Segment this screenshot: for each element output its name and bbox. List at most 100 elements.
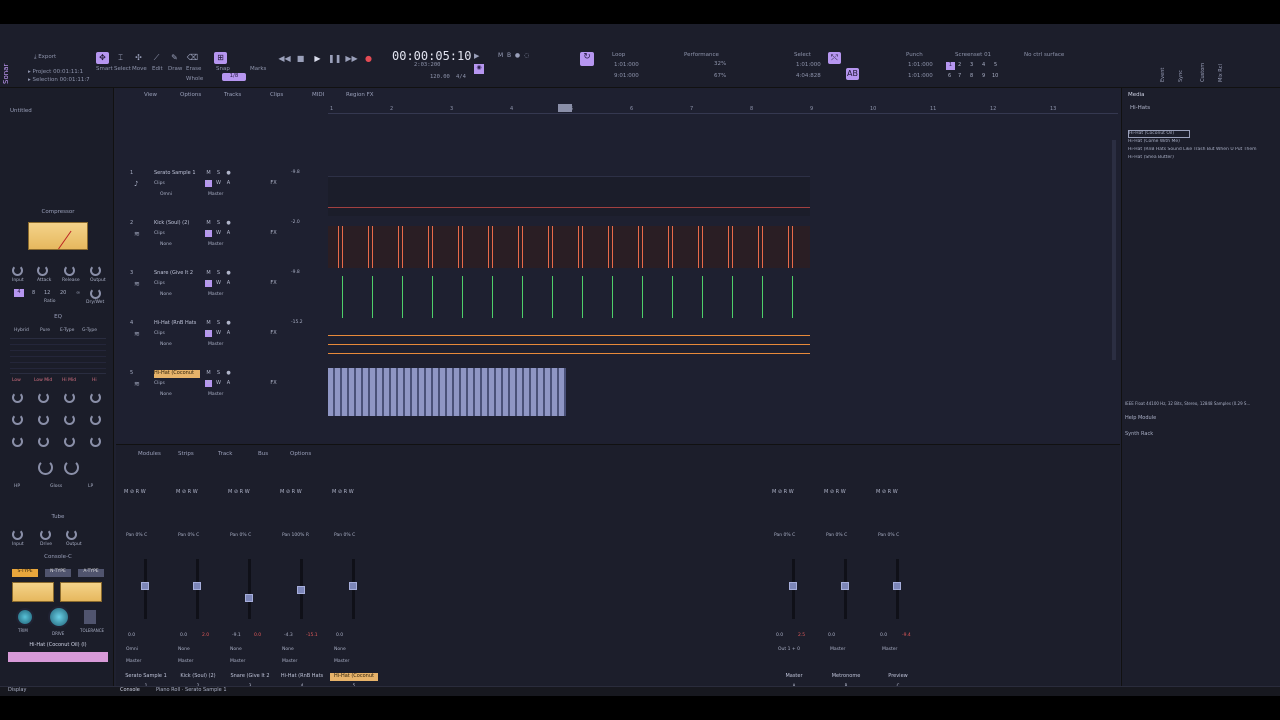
track-3[interactable]: 3 Snare (Give It 2 M S ● R W A FX -9.8 C… — [126, 270, 314, 320]
bus-strip-2-name[interactable]: Metronome — [822, 673, 870, 681]
track-1-clips[interactable]: Clips — [154, 181, 165, 186]
track-3-read[interactable]: R — [205, 280, 212, 287]
track-strip-2-name[interactable]: Kick (Soul) (2) — [174, 673, 222, 681]
ratio-inf[interactable]: ∞ — [76, 290, 80, 296]
snap-value[interactable]: 1/8 — [222, 73, 246, 81]
track-4-fx[interactable]: FX — [270, 330, 277, 337]
bus-strip-3-fader[interactable] — [893, 582, 901, 590]
browser-file-3[interactable]: Hi-Hat (RnB Hats Sound Like Trash But Wh… — [1128, 147, 1278, 155]
eq-freq-knob[interactable] — [64, 460, 79, 475]
pause-icon[interactable]: ❚❚ — [328, 53, 341, 65]
eq-band-lowmid[interactable]: Low Mid — [34, 378, 52, 383]
timeline-ruler[interactable]: 1 2 3 4 5 6 7 8 9 10 11 12 13 — [328, 104, 1118, 114]
track-strip-1-name[interactable]: Serato Sample 1 — [122, 673, 170, 681]
track-3-arm[interactable]: ● — [225, 270, 232, 277]
bus-strip-1-buttons[interactable]: M ⊘ R W — [772, 489, 794, 495]
track-strip-3-buttons[interactable]: M ⊘ R W — [228, 489, 250, 495]
track-2-write[interactable]: W — [215, 230, 222, 237]
select-tool-icon[interactable]: ⌶ — [114, 52, 127, 64]
edit-tool-icon[interactable]: ⟋ — [150, 52, 163, 64]
track-5-fx[interactable]: FX — [270, 380, 277, 387]
comp-output-knob[interactable] — [90, 265, 101, 276]
tube-input-knob[interactable] — [12, 529, 23, 540]
eq-hp-label[interactable]: HP — [14, 484, 20, 489]
track-5-auto[interactable]: A — [225, 380, 232, 387]
bus-strip-1-fader[interactable] — [789, 582, 797, 590]
clip-kick[interactable] — [328, 226, 810, 268]
eq-knob-9[interactable] — [12, 436, 23, 447]
track-4-clips[interactable]: Clips — [154, 331, 165, 336]
console-stype-button[interactable]: S-TYPE — [12, 569, 38, 577]
screenset-9[interactable]: 9 — [982, 73, 985, 79]
clip-serato-sample[interactable] — [328, 176, 810, 216]
bpm[interactable]: 120.00 — [430, 74, 450, 80]
track-4[interactable]: 4 Hi-Hat (RnB Hats M S ● R W A FX -15.2 … — [126, 320, 314, 370]
track-3-fx[interactable]: FX — [270, 280, 277, 287]
meter[interactable]: 4/4 — [456, 74, 466, 80]
track-strip-4-pan[interactable]: Pan 100% R — [282, 533, 309, 538]
track-strip-5-output[interactable]: Master — [334, 659, 349, 664]
track-strip-1-output[interactable]: Master — [126, 659, 141, 664]
eq-mode-hybrid[interactable]: Hybrid — [14, 328, 29, 333]
track-3-auto[interactable]: A — [225, 280, 232, 287]
track-1-output[interactable]: Master — [208, 192, 223, 197]
snap-icon[interactable]: ⊞ — [214, 52, 227, 64]
time-display[interactable]: 00:00:05:10 — [392, 49, 471, 63]
track-2-clips[interactable]: Clips — [154, 231, 165, 236]
track-5-solo[interactable]: S — [215, 370, 222, 377]
screenset-5[interactable]: 5 — [994, 62, 997, 68]
bus-strip-3-name[interactable]: Preview — [874, 673, 922, 681]
eq-knob-5[interactable] — [12, 414, 23, 425]
track-3-name[interactable]: Snare (Give It 2 — [154, 270, 200, 278]
eq-knob-10[interactable] — [38, 436, 49, 447]
ctrl-surface-label[interactable]: No ctrl surface — [1024, 52, 1064, 58]
eq-knob-1[interactable] — [12, 392, 23, 403]
ratio-20[interactable]: 20 — [60, 290, 66, 296]
track-strip-5-fader[interactable] — [349, 582, 357, 590]
forward-icon[interactable]: ▶▶ — [345, 53, 358, 65]
eq-graph[interactable] — [10, 338, 106, 374]
play-mode-icon[interactable]: ▶ — [474, 52, 484, 62]
bus-strip-2-pan[interactable]: Pan 0% C — [826, 533, 847, 538]
ratio-4[interactable]: 4 — [14, 289, 24, 297]
track-4-arm[interactable]: ● — [225, 320, 232, 327]
track-5-clips[interactable]: Clips — [154, 381, 165, 386]
track-strip-5-pan[interactable]: Pan 0% C — [334, 533, 355, 538]
track-3-mute[interactable]: M — [205, 270, 212, 277]
track-1-solo[interactable]: S — [215, 170, 222, 177]
bus-strip-1-output[interactable]: Out 1 + 0 — [778, 647, 800, 652]
track-4-write[interactable]: W — [215, 330, 222, 337]
menu-tracks[interactable]: Tracks — [224, 92, 241, 98]
track-strip-4-input[interactable]: None — [282, 647, 294, 652]
clip-coconut-hats[interactable] — [328, 368, 566, 416]
screenset-6[interactable]: 6 — [948, 73, 951, 79]
display-label[interactable]: Display — [8, 687, 26, 693]
bus-strip-2-fader[interactable] — [841, 582, 849, 590]
clip-rnb-hats[interactable] — [328, 332, 810, 360]
comp-attack-knob[interactable] — [37, 265, 48, 276]
draw-tool-icon[interactable]: ✎ — [168, 52, 181, 64]
menu-options[interactable]: Options — [180, 92, 201, 98]
track-strip-3-input[interactable]: None — [230, 647, 242, 652]
track-strip-4-name[interactable]: Hi-Hat (RnB Hats — [278, 673, 326, 681]
track-1-arm[interactable]: ● — [225, 170, 232, 177]
metronome-icon[interactable]: ◉ — [474, 64, 484, 74]
track-3-input[interactable]: None — [160, 292, 172, 297]
event-label[interactable]: Event — [1160, 52, 1168, 82]
select-snap-icon[interactable]: ⤲ — [828, 52, 841, 64]
bus-strip-3-pan[interactable]: Pan 0% C — [878, 533, 899, 538]
comp-drywet-knob[interactable] — [90, 288, 101, 299]
compressor-header[interactable]: Compressor — [6, 209, 110, 219]
browser-file-1[interactable]: Hi-Hat (Coconut Oil) — [1128, 130, 1190, 138]
eq-mode-pure[interactable]: Pure — [40, 328, 50, 333]
track-1-read[interactable]: R — [205, 180, 212, 187]
track-strip-1-fader[interactable] — [141, 582, 149, 590]
track-2[interactable]: 2 Kick (Soul) (2) M S ● R W A FX -2.0 Cl… — [126, 220, 314, 270]
select-ab-icon[interactable]: AB — [846, 68, 859, 80]
punch-start[interactable]: 1:01:000 — [908, 62, 933, 68]
help-module-header[interactable]: Help Module — [1125, 415, 1156, 421]
track-1-name[interactable]: Serato Sample 1 — [154, 170, 200, 178]
loop-toggle-icon[interactable]: ↻ — [580, 52, 594, 66]
track-2-solo[interactable]: S — [215, 220, 222, 227]
browser-folder[interactable]: Hi-Hats — [1130, 105, 1150, 111]
